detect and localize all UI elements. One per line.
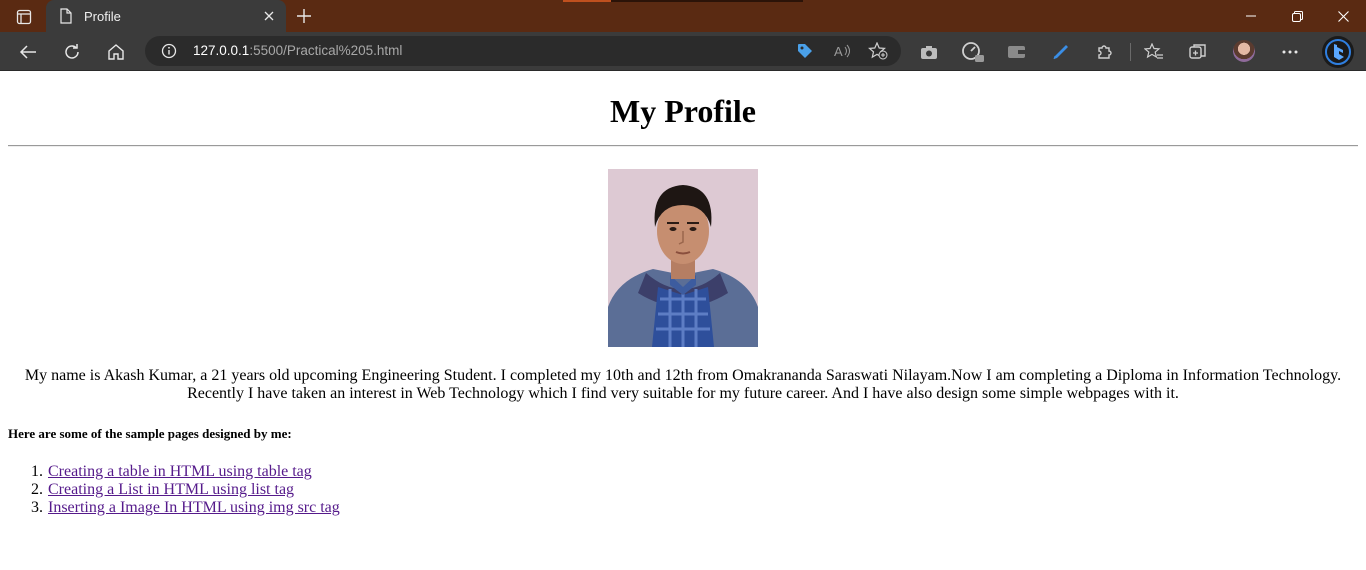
- home-icon[interactable]: [101, 38, 131, 66]
- url-path: :5500/Practical%205.html: [249, 43, 403, 58]
- back-icon[interactable]: [13, 38, 43, 66]
- close-window-icon[interactable]: [1320, 0, 1366, 32]
- url-host: 127.0.0.1: [193, 43, 250, 58]
- browser-essentials-icon[interactable]: [961, 40, 985, 64]
- list-item: 1. Creating a table in HTML using table …: [31, 463, 340, 481]
- tab-actions-icon[interactable]: [10, 7, 38, 27]
- list-number: 3.: [31, 499, 43, 516]
- title-bar: Profile: [0, 0, 1366, 32]
- address-bar[interactable]: 127.0.0.1:5500/Practical%205.html A: [145, 36, 901, 66]
- minimize-icon[interactable]: [1228, 0, 1274, 32]
- bing-icon[interactable]: [1322, 36, 1354, 68]
- extensions-icon[interactable]: [1093, 40, 1117, 64]
- refresh-icon[interactable]: [57, 38, 87, 66]
- list-item: 3. Inserting a Image In HTML using img s…: [31, 499, 340, 517]
- list-number: 1.: [31, 463, 43, 480]
- favorites-icon[interactable]: [1142, 40, 1166, 64]
- titlebar-accent: [563, 0, 611, 2]
- plus-icon[interactable]: [290, 4, 318, 28]
- link-list-page[interactable]: Creating a List in HTML using list tag: [48, 481, 294, 498]
- profile-avatar[interactable]: [1233, 40, 1255, 62]
- tag-icon[interactable]: [795, 42, 815, 60]
- titlebar-accent-dark: [611, 0, 803, 2]
- sample-pages-heading: Here are some of the sample pages design…: [8, 426, 292, 441]
- window-controls: [1228, 0, 1366, 32]
- add-favorite-icon[interactable]: [868, 42, 888, 60]
- intro-line-2: Recently I have taken an interest in Web…: [187, 385, 1179, 402]
- collections-icon[interactable]: [1186, 40, 1210, 64]
- read-aloud-icon[interactable]: A: [832, 42, 852, 60]
- pen-icon[interactable]: [1049, 40, 1073, 64]
- info-icon[interactable]: [161, 43, 177, 59]
- profile-photo: [608, 169, 758, 347]
- restore-icon[interactable]: [1274, 0, 1320, 32]
- intro-line-1: My name is Akash Kumar, a 21 years old u…: [24, 367, 1342, 384]
- svg-text:A: A: [834, 44, 843, 59]
- page-icon: [58, 8, 74, 24]
- camera-icon[interactable]: [917, 40, 941, 64]
- more-icon[interactable]: [1278, 40, 1302, 64]
- toolbar-separator: [1130, 43, 1131, 61]
- link-image-page[interactable]: Inserting a Image In HTML using img src …: [48, 499, 340, 516]
- list-number: 2.: [31, 481, 43, 498]
- horizontal-rule: [8, 145, 1358, 147]
- tab-profile[interactable]: Profile: [46, 0, 286, 32]
- tab-title: Profile: [84, 8, 121, 24]
- page-title: My Profile: [609, 93, 756, 129]
- list-item: 2. Creating a List in HTML using list ta…: [31, 481, 340, 499]
- close-icon[interactable]: [256, 3, 282, 29]
- link-table-page[interactable]: Creating a table in HTML using table tag: [48, 463, 312, 480]
- wallet-icon[interactable]: [1005, 40, 1029, 64]
- page-content: My Profile My name is Akash Kumar, a 21 …: [0, 71, 1366, 570]
- url-text[interactable]: 127.0.0.1:5500/Practical%205.html: [193, 43, 402, 58]
- sample-pages-list: 1. Creating a table in HTML using table …: [31, 463, 340, 517]
- intro-paragraph: My name is Akash Kumar, a 21 years old u…: [10, 367, 1356, 403]
- browser-toolbar: 127.0.0.1:5500/Practical%205.html A: [0, 32, 1366, 71]
